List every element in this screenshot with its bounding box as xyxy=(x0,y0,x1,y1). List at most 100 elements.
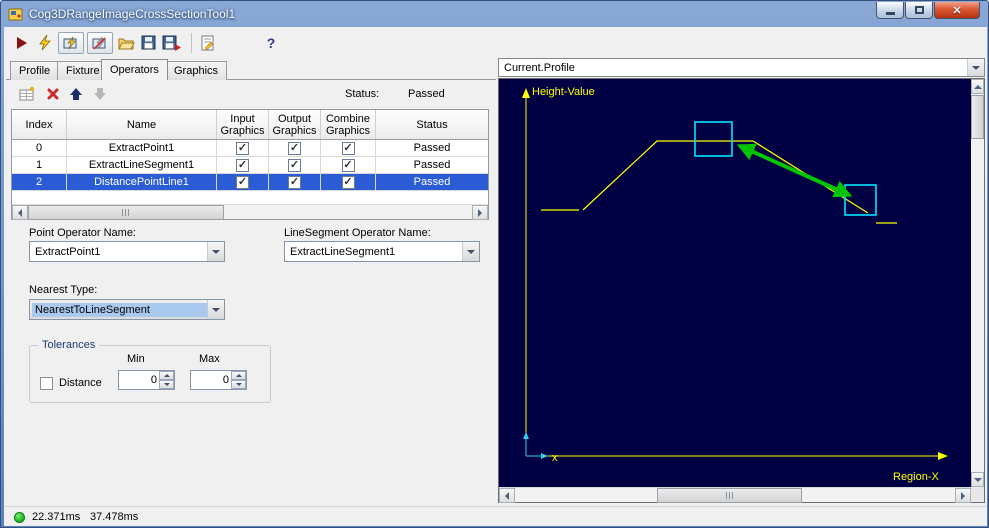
max-value: 0 xyxy=(222,374,229,386)
min-value: 0 xyxy=(150,374,157,386)
dropdown-button[interactable] xyxy=(207,300,224,319)
signature-icon[interactable] xyxy=(198,33,218,53)
up-arrow-icon xyxy=(235,374,242,377)
chevron-down-icon xyxy=(212,307,220,312)
input-graphics-checkbox[interactable]: ✓ xyxy=(236,158,249,172)
header-input-graphics[interactable]: Input Graphics xyxy=(217,110,269,139)
nearest-type-label: Nearest Type: xyxy=(29,284,98,296)
profile-selector-combo[interactable]: Current.Profile xyxy=(498,58,985,77)
header-index[interactable]: Index xyxy=(12,110,67,139)
scrollbar-thumb[interactable] xyxy=(28,205,224,220)
run-status-indicator-icon xyxy=(14,512,25,523)
spin-down-button[interactable] xyxy=(159,380,174,389)
client-area: ? Profile Fixture Operators Graphics Sta… xyxy=(4,27,987,526)
grid-hscrollbar[interactable] xyxy=(12,204,488,220)
execution-time: 22.371ms xyxy=(32,511,81,523)
grip-icon xyxy=(122,209,130,216)
table-row-selected[interactable]: 2 DistancePointLine1 ✓ ✓ ✓ Passed xyxy=(12,174,488,191)
down-arrow-icon xyxy=(973,477,982,482)
status-label: Status: xyxy=(345,88,380,100)
minimize-button[interactable] xyxy=(876,2,904,19)
output-graphics-checkbox[interactable]: ✓ xyxy=(288,141,301,155)
minimize-icon xyxy=(885,11,895,15)
scroll-up-button[interactable] xyxy=(971,79,984,94)
input-graphics-checkbox[interactable]: ✓ xyxy=(236,141,249,155)
tab-profile[interactable]: Profile xyxy=(10,61,60,80)
spin-up-button[interactable] xyxy=(159,371,174,380)
cell-input-graphics: ✓ xyxy=(217,157,269,173)
table-row[interactable]: 1 ExtractLineSegment1 ✓ ✓ ✓ Passed xyxy=(12,157,488,174)
run-electric-button[interactable] xyxy=(35,33,55,53)
scrollbar-thumb[interactable] xyxy=(971,95,984,139)
open-file-icon[interactable] xyxy=(116,33,136,53)
header-output-graphics[interactable]: Output Graphics xyxy=(269,110,321,139)
scroll-right-button[interactable] xyxy=(472,205,488,220)
down-arrow-icon xyxy=(163,383,170,386)
canvas-background xyxy=(499,79,971,487)
output-graphics-checkbox[interactable]: ✓ xyxy=(288,158,301,172)
header-name[interactable]: Name xyxy=(67,110,217,139)
header-status[interactable]: Status xyxy=(376,110,488,139)
tolerances-group: Tolerances Distance Min Max 0 0 xyxy=(29,339,271,403)
cell-input-graphics: ✓ xyxy=(217,174,269,190)
move-operator-up-button[interactable] xyxy=(67,85,85,103)
grip-icon xyxy=(725,492,734,499)
maximize-button[interactable] xyxy=(905,2,933,19)
combine-graphics-checkbox[interactable]: ✓ xyxy=(341,175,355,189)
window-icon xyxy=(8,6,24,22)
scroll-down-button[interactable] xyxy=(971,472,984,487)
tab-strip: Profile Fixture Operators Graphics xyxy=(6,59,496,80)
run-button[interactable] xyxy=(12,33,32,53)
scroll-right-button[interactable] xyxy=(955,488,971,503)
display-vscrollbar[interactable] xyxy=(971,79,984,487)
cell-status: Passed xyxy=(413,159,451,171)
distance-checkbox[interactable] xyxy=(40,377,53,390)
spin-down-button[interactable] xyxy=(231,380,246,389)
operator-table: Index Name Input Graphics Output Graphic… xyxy=(11,109,489,220)
point-operator-combo[interactable]: ExtractPoint1 xyxy=(29,241,225,262)
cell-output-graphics: ✓ xyxy=(269,140,321,156)
scroll-left-button[interactable] xyxy=(12,205,28,220)
close-button[interactable]: ✕ xyxy=(934,2,980,19)
spin-up-button[interactable] xyxy=(231,371,246,380)
dropdown-button[interactable] xyxy=(462,242,479,261)
dropdown-button[interactable] xyxy=(967,59,984,76)
min-spinner[interactable]: 0 xyxy=(118,370,175,390)
max-spinner[interactable]: 0 xyxy=(190,370,247,390)
title-bar[interactable]: Cog3DRangeImageCrossSectionTool1 ✕ xyxy=(1,1,988,27)
up-arrow-icon xyxy=(163,374,170,377)
dropdown-button[interactable] xyxy=(207,242,224,261)
add-operator-button[interactable] xyxy=(18,85,36,103)
header-combine-graphics[interactable]: Combine Graphics xyxy=(321,110,376,139)
profile-selector-value: Current.Profile xyxy=(504,61,575,74)
toolbar-separator xyxy=(191,33,192,53)
scrollbar-thumb[interactable] xyxy=(657,488,802,503)
help-icon[interactable]: ? xyxy=(261,33,281,53)
display-hscrollbar[interactable] xyxy=(499,487,971,503)
cell-combine-graphics: ✓ xyxy=(321,140,376,156)
left-arrow-icon xyxy=(505,491,509,500)
input-graphics-checkbox[interactable]: ✓ xyxy=(236,175,249,189)
cell-combine-graphics: ✓ xyxy=(321,174,376,190)
combine-graphics-checkbox[interactable]: ✓ xyxy=(341,141,355,155)
table-empty-area xyxy=(12,191,488,204)
cell-input-graphics: ✓ xyxy=(217,140,269,156)
save-as-icon[interactable] xyxy=(162,33,182,53)
combine-graphics-checkbox[interactable]: ✓ xyxy=(341,158,355,172)
delete-operator-button[interactable] xyxy=(44,85,62,103)
nearest-type-combo[interactable]: NearestToLineSegment xyxy=(29,299,225,320)
point-operator-label: Point Operator Name: xyxy=(29,227,136,239)
profile-canvas[interactable]: Height-Value Region-X x xyxy=(499,79,971,487)
electric-run-on-button[interactable] xyxy=(58,32,84,54)
linesegment-operator-combo[interactable]: ExtractLineSegment1 xyxy=(284,241,480,262)
move-operator-down-button[interactable] xyxy=(91,85,109,103)
down-arrow-icon xyxy=(235,383,242,386)
electric-run-off-button[interactable] xyxy=(87,32,113,54)
scroll-left-button[interactable] xyxy=(499,488,515,503)
cell-name: ExtractPoint1 xyxy=(67,140,217,156)
save-icon[interactable] xyxy=(139,33,159,53)
table-row[interactable]: 0 ExtractPoint1 ✓ ✓ ✓ Passed xyxy=(12,140,488,157)
tab-graphics[interactable]: Graphics xyxy=(165,61,228,80)
output-graphics-checkbox[interactable]: ✓ xyxy=(288,175,301,189)
tab-operators[interactable]: Operators xyxy=(101,59,168,80)
